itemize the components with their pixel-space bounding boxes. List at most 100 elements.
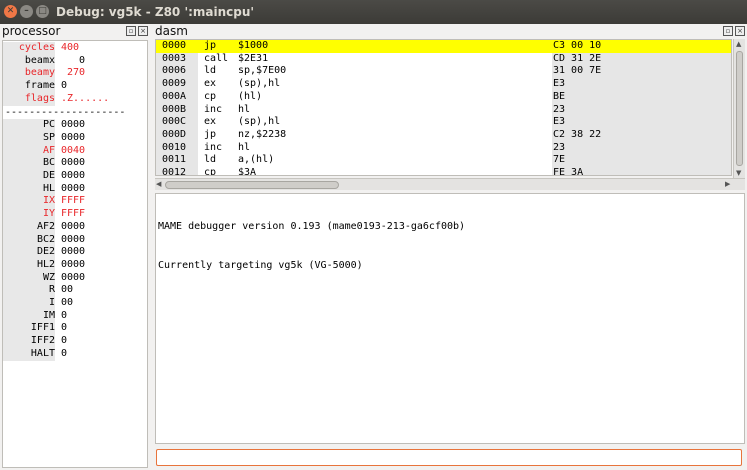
- dasm-operand: $3A: [238, 167, 257, 176]
- float-panel-icon[interactable]: ▫: [723, 26, 733, 36]
- register-value: 0000: [61, 233, 86, 245]
- register-separator: --------------------: [5, 106, 126, 118]
- dasm-mnemonic: jp: [204, 128, 217, 140]
- dasm-address: 0010: [162, 141, 187, 153]
- dasm-row[interactable]: 000B inc hl 23: [156, 103, 731, 117]
- register-value: 0000: [61, 157, 86, 169]
- processor-panel-header: processor ▫ ×: [2, 24, 148, 39]
- dasm-operand: hl: [238, 103, 251, 115]
- register-value: 0: [61, 322, 68, 334]
- register-value: 0: [61, 54, 86, 66]
- register-name: HL2: [3, 258, 55, 272]
- register-value: 0: [61, 309, 68, 321]
- processor-panel-title: processor: [2, 24, 61, 38]
- maximize-window-button[interactable]: □: [36, 5, 49, 18]
- scroll-up-icon[interactable]: ▲: [736, 39, 741, 49]
- dasm-address: 000B: [162, 103, 187, 115]
- register-name: WZ: [3, 271, 55, 285]
- register-value: 0000: [61, 170, 86, 181]
- dasm-operand: nz,$2238: [238, 128, 287, 140]
- scroll-right-icon[interactable]: ▶: [725, 179, 730, 189]
- scrollbar-thumb[interactable]: [165, 181, 339, 189]
- dasm-mnemonic: ld: [204, 154, 217, 166]
- register-name: beamy: [3, 67, 55, 81]
- dasm-row[interactable]: 000D jp nz,$2238 C2 38 22: [156, 128, 731, 142]
- disassembly-view[interactable]: 0000 jp $1000 C3 00 10 0003 call $2E31 CD 31 2E…: [155, 39, 732, 176]
- scrollbar-thumb[interactable]: [736, 51, 743, 166]
- register-name: AF: [3, 144, 55, 158]
- register-value: FFFF: [61, 208, 86, 220]
- dasm-bytes: 31 00 7E: [553, 65, 602, 77]
- dasm-mnemonic: ld: [204, 65, 217, 77]
- console-line: MAME debugger version 0.193 (mame0193-21…: [158, 221, 466, 233]
- float-panel-icon[interactable]: ▫: [126, 26, 136, 36]
- register-value: 0000: [61, 220, 86, 232]
- dasm-bytes: 23: [553, 103, 566, 115]
- dasm-row[interactable]: 0012 cp $3A FE 3A: [156, 167, 731, 176]
- scroll-left-icon[interactable]: ◀: [156, 179, 161, 189]
- register-name: IM: [3, 309, 55, 323]
- register-value: 0000: [61, 119, 86, 131]
- dasm-row[interactable]: 000A cp (hl) BE: [156, 90, 731, 104]
- dasm-bytes: C3 00 10: [553, 40, 602, 51]
- command-input[interactable]: [156, 449, 742, 466]
- dasm-horizontal-scrollbar[interactable]: ◀ ▶: [155, 178, 745, 190]
- register-name: PC: [3, 119, 55, 132]
- console-output: MAME debugger version 0.193 (mame0193-21…: [155, 193, 745, 444]
- register-value: 00: [61, 284, 74, 296]
- register-name: BC2: [3, 233, 55, 247]
- register-name: HL: [3, 182, 55, 196]
- dasm-address: 0011: [162, 154, 187, 166]
- register-name: cycles: [3, 42, 55, 55]
- register-value: 0: [61, 80, 68, 92]
- dasm-row[interactable]: 0009 ex (sp),hl E3: [156, 78, 731, 91]
- dasm-mnemonic: cp: [204, 167, 217, 176]
- dasm-mnemonic: ex: [204, 116, 217, 128]
- dasm-address: 000A: [162, 90, 187, 102]
- register-value: 0000: [61, 246, 86, 258]
- register-value: 0000: [61, 271, 86, 283]
- processor-registers-view[interactable]: cycles 400 beamx 0 beamy 270 frame 0 flags .Z..…: [2, 40, 148, 468]
- console-line: Currently targeting vg5k (VG-5000): [158, 259, 363, 271]
- dasm-mnemonic: inc: [204, 141, 223, 153]
- dasm-operand: $1000: [238, 40, 269, 51]
- register-name: DE2: [3, 246, 55, 259]
- dasm-row[interactable]: 000C ex (sp),hl E3: [156, 116, 731, 129]
- register-name: IX: [3, 195, 55, 209]
- dasm-address: 0009: [162, 78, 187, 90]
- dasm-row[interactable]: 0010 inc hl 23: [156, 141, 731, 155]
- dasm-operand: a,(hl): [238, 154, 275, 166]
- register-name: frame: [3, 80, 55, 93]
- dasm-current-row[interactable]: 0000 jp $1000 C3 00 10: [156, 40, 731, 53]
- dasm-mnemonic: jp: [204, 40, 217, 51]
- register-value: 0000: [61, 182, 86, 194]
- register-value: FFFF: [61, 195, 86, 207]
- dasm-mnemonic: ex: [204, 78, 217, 90]
- register-name: IFF1: [3, 322, 55, 336]
- dasm-address: 000C: [162, 116, 187, 128]
- register-name: BC: [3, 157, 55, 170]
- dasm-vertical-scrollbar[interactable]: ▲ ▼: [733, 39, 745, 179]
- register-value: 0: [61, 347, 68, 359]
- minimize-window-button[interactable]: –: [20, 5, 33, 18]
- dasm-bytes: C2 38 22: [553, 128, 602, 140]
- dasm-row[interactable]: 0003 call $2E31 CD 31 2E: [156, 53, 731, 66]
- register-name: flags: [3, 92, 55, 106]
- register-value: 0000: [61, 131, 86, 143]
- register-value: 00: [61, 297, 74, 308]
- close-panel-icon[interactable]: ×: [735, 26, 745, 36]
- register-name: R: [3, 284, 55, 297]
- dasm-mnemonic: inc: [204, 103, 223, 115]
- register-name: DE: [3, 170, 55, 183]
- dasm-bytes: 23: [553, 141, 566, 153]
- scroll-down-icon[interactable]: ▼: [736, 168, 741, 178]
- close-window-button[interactable]: ✕: [4, 5, 17, 18]
- dasm-mnemonic: cp: [204, 90, 217, 102]
- register-value: 0000: [61, 258, 86, 270]
- register-value: 0: [61, 335, 68, 347]
- dasm-operand: (sp),hl: [238, 78, 281, 90]
- dasm-row[interactable]: 0006 ld sp,$7E00 31 00 7E: [156, 65, 731, 78]
- dasm-row[interactable]: 0011 ld a,(hl) 7E: [156, 154, 731, 167]
- close-panel-icon[interactable]: ×: [138, 26, 148, 36]
- dasm-bytes: FE 3A: [553, 167, 584, 176]
